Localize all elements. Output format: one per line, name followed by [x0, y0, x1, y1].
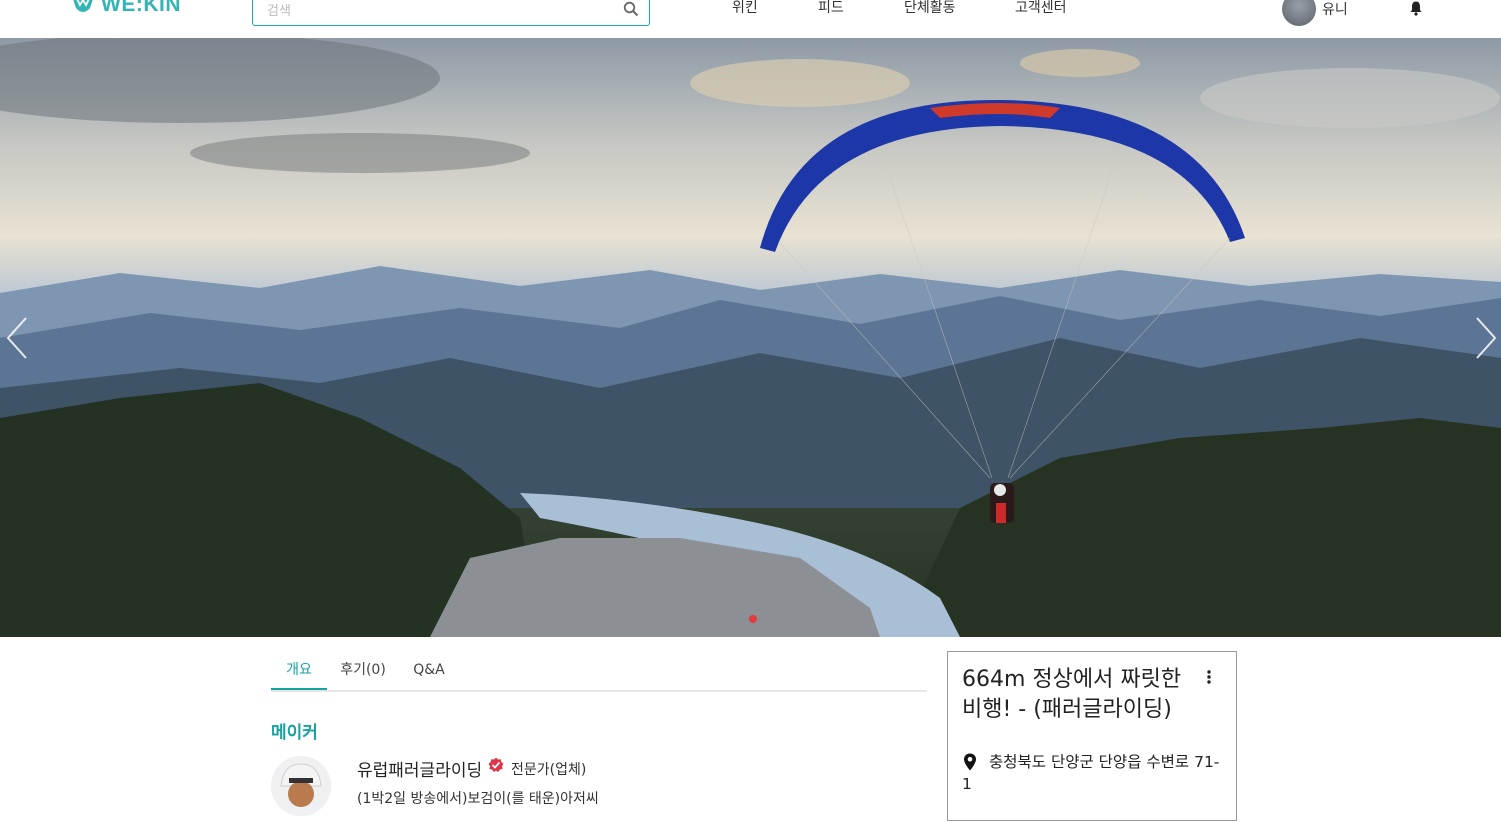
logo-icon	[73, 0, 93, 12]
activity-title: 664m 정상에서 짜릿한 비행! - (패러글라이딩)	[962, 667, 1182, 722]
bell-icon[interactable]	[1408, 0, 1424, 16]
maker-photo	[271, 756, 331, 816]
top-navigation-bar: WE:KIN 위킨 피드 단체활동 고객센터 유니	[0, 0, 1501, 39]
maker-section-title: 메이커	[271, 723, 318, 743]
logo[interactable]: WE:KIN	[68, 0, 181, 19]
verified-badge-icon	[488, 757, 504, 772]
avatar[interactable]	[1282, 0, 1316, 26]
tab-reviews[interactable]: 후기(0)	[337, 652, 389, 690]
chevron-right-icon[interactable]	[1473, 314, 1499, 362]
user-profile-menu[interactable]: 유니	[1282, 0, 1348, 26]
maker-name[interactable]: 유럽패러글라이딩	[357, 756, 482, 781]
maker-description: (1박2일 방송에서)보검이(를 태운)아저씨	[357, 791, 599, 807]
nav-feed[interactable]: 피드	[818, 0, 844, 17]
activity-summary-card: 664m 정상에서 짜릿한 비행! - (패러글라이딩) 충청북도 단양군 단양…	[947, 651, 1237, 821]
nav-customer-center[interactable]: 고객센터	[1015, 0, 1067, 17]
chevron-left-icon[interactable]	[4, 314, 30, 362]
tab-qna[interactable]: Q&A	[409, 652, 449, 690]
nav-wekin[interactable]: 위킨	[732, 0, 758, 17]
maker-type-label: 전문가(업체)	[511, 762, 587, 778]
carousel-indicator[interactable]	[749, 615, 757, 623]
search-icon[interactable]	[623, 1, 639, 17]
user-name[interactable]: 유니	[1322, 0, 1348, 19]
maker-avatar[interactable]	[271, 756, 331, 816]
more-options-icon[interactable]	[1204, 668, 1214, 686]
activity-address: 충청북도 단양군 단양읍 수변로 71-1	[962, 753, 1220, 793]
nav-group-activity[interactable]: 단체활동	[904, 0, 956, 17]
detail-tabs: 개요 후기(0) Q&A	[271, 652, 927, 692]
search-box[interactable]	[252, 0, 650, 26]
hero-image-carousel	[0, 38, 1501, 637]
hero-image	[0, 38, 1501, 637]
search-input[interactable]	[265, 0, 609, 23]
logo-text: WE:KIN	[101, 0, 181, 16]
tab-overview[interactable]: 개요	[271, 652, 327, 690]
